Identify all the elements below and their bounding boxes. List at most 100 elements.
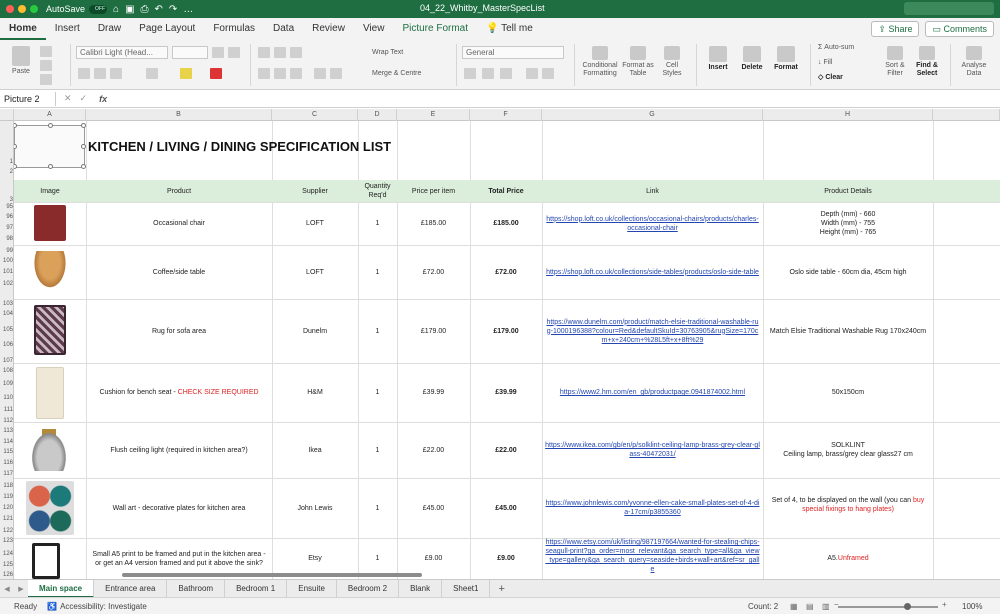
cancel-icon[interactable]: ✕ bbox=[64, 93, 72, 104]
chair-image[interactable] bbox=[34, 205, 66, 241]
print-icon[interactable]: ⎙ bbox=[141, 4, 149, 15]
sheet-tab-main-space[interactable]: Main space bbox=[28, 579, 95, 598]
format-painter-icon[interactable] bbox=[40, 74, 52, 85]
resize-handle[interactable] bbox=[48, 164, 53, 169]
accessibility-status[interactable]: Accessibility: Investigate bbox=[60, 602, 147, 611]
format-cells-button[interactable]: Format bbox=[770, 46, 802, 72]
find-select-button[interactable]: Find & Select bbox=[912, 46, 942, 78]
supplier-cell[interactable]: LOFT bbox=[272, 202, 358, 245]
cushion-image[interactable] bbox=[36, 367, 64, 419]
row-number[interactable]: 100 bbox=[0, 258, 13, 264]
enter-icon[interactable]: ✓ bbox=[80, 93, 88, 104]
header-quantity[interactable]: Quantity Req'd bbox=[358, 180, 397, 202]
decrease-font-icon[interactable] bbox=[228, 47, 240, 58]
row-number[interactable]: 121 bbox=[0, 516, 13, 522]
row-number[interactable]: 126 bbox=[0, 572, 13, 578]
font-name-select[interactable]: Calibri Light (Head... bbox=[76, 46, 168, 59]
increase-font-icon[interactable] bbox=[212, 47, 224, 58]
quantity-cell[interactable]: 1 bbox=[358, 299, 397, 363]
worksheet-grid[interactable]: KITCHEN / LIVING / DINING SPECIFICATION … bbox=[14, 121, 1000, 579]
supplier-cell[interactable]: Dunelm bbox=[272, 299, 358, 363]
price-cell[interactable]: £39.99 bbox=[397, 363, 470, 422]
resize-handle[interactable] bbox=[81, 164, 86, 169]
link-cell[interactable]: https://shop.loft.co.uk/collections/occa… bbox=[542, 202, 763, 245]
sheet-tab-bedroom-1[interactable]: Bedroom 1 bbox=[225, 579, 288, 598]
row-number[interactable]: 111 bbox=[0, 407, 13, 413]
price-cell[interactable]: £72.00 bbox=[397, 245, 470, 299]
sort-filter-button[interactable]: Sort & Filter bbox=[880, 46, 910, 78]
link-cell[interactable]: https://shop.loft.co.uk/collections/side… bbox=[542, 245, 763, 299]
sheet-tab-entrance-area[interactable]: Entrance area bbox=[94, 579, 168, 598]
resize-handle[interactable] bbox=[14, 164, 17, 169]
row-number[interactable]: 2 bbox=[0, 169, 13, 175]
resize-handle[interactable] bbox=[81, 123, 86, 128]
percent-icon[interactable] bbox=[482, 68, 494, 79]
undo-icon[interactable]: ↶ bbox=[155, 4, 163, 15]
header-product[interactable]: Product bbox=[86, 180, 272, 202]
auto-sum-button[interactable]: Σ Auto-sum bbox=[818, 44, 854, 52]
font-color-icon[interactable] bbox=[210, 68, 222, 79]
increase-decimal-icon[interactable] bbox=[526, 68, 538, 79]
details-cell[interactable]: Oslo side table - 60cm dia, 45cm high bbox=[763, 245, 933, 299]
search-box[interactable] bbox=[904, 2, 994, 15]
row-number[interactable]: 98 bbox=[0, 236, 13, 242]
share-button[interactable]: ⇪ Share bbox=[871, 21, 920, 37]
sheet-tab-sheet1[interactable]: Sheet1 bbox=[442, 579, 491, 598]
row-number[interactable]: 108 bbox=[0, 368, 13, 374]
italic-icon[interactable] bbox=[94, 68, 106, 79]
row-number[interactable]: 115 bbox=[0, 449, 13, 455]
side-table-image[interactable] bbox=[32, 251, 68, 291]
details-cell[interactable]: SOLKLINT Ceiling lamp, brass/grey clear … bbox=[763, 422, 933, 478]
number-format-select[interactable]: General bbox=[462, 46, 564, 59]
increase-indent-icon[interactable] bbox=[330, 68, 342, 79]
page-break-view-icon[interactable]: ▥ bbox=[822, 602, 830, 611]
product-cell[interactable]: Coffee/side table bbox=[86, 245, 272, 299]
supplier-cell[interactable]: LOFT bbox=[272, 245, 358, 299]
row-number[interactable]: 118 bbox=[0, 483, 13, 489]
column-header-a[interactable]: A bbox=[14, 109, 86, 121]
tab-review[interactable]: Review bbox=[303, 18, 354, 40]
price-cell[interactable]: £22.00 bbox=[397, 422, 470, 478]
row-number[interactable]: 113 bbox=[0, 428, 13, 434]
details-cell[interactable]: 50x150cm bbox=[763, 363, 933, 422]
merge-centre-button[interactable]: Merge & Centre bbox=[372, 70, 421, 78]
underline-icon[interactable] bbox=[110, 68, 122, 79]
supplier-cell[interactable]: H&M bbox=[272, 363, 358, 422]
price-cell[interactable]: £185.00 bbox=[397, 202, 470, 245]
horizontal-scrollbar[interactable] bbox=[122, 573, 422, 577]
next-sheet-icon[interactable]: ▶ bbox=[14, 585, 28, 593]
bold-icon[interactable] bbox=[78, 68, 90, 79]
row-number[interactable]: 96 bbox=[0, 214, 13, 220]
column-header-g[interactable]: G bbox=[542, 109, 763, 121]
save-icon[interactable]: ▣ bbox=[125, 4, 134, 15]
row-number[interactable]: 97 bbox=[0, 225, 13, 231]
quantity-cell[interactable]: 1 bbox=[358, 478, 397, 538]
header-product-details[interactable]: Product Details bbox=[763, 180, 933, 202]
tab-tell-me[interactable]: 💡 Tell me bbox=[477, 18, 542, 40]
row-number[interactable]: 99 bbox=[0, 248, 13, 254]
quantity-cell[interactable]: 1 bbox=[358, 202, 397, 245]
comma-style-icon[interactable] bbox=[500, 68, 512, 79]
tab-home[interactable]: Home bbox=[0, 18, 46, 40]
link-cell[interactable]: https://www.johnlewis.com/yvonne-ellen-c… bbox=[542, 478, 763, 538]
row-number[interactable]: 101 bbox=[0, 269, 13, 275]
header-supplier[interactable]: Supplier bbox=[272, 180, 358, 202]
paste-button[interactable]: Paste bbox=[6, 46, 36, 76]
fill-button[interactable]: ↓ Fill bbox=[818, 59, 832, 67]
resize-handle[interactable] bbox=[48, 123, 53, 128]
row-number[interactable]: 114 bbox=[0, 439, 13, 445]
supplier-cell[interactable]: John Lewis bbox=[272, 478, 358, 538]
details-cell[interactable]: Set of 4, to be displayed on the wall (y… bbox=[763, 478, 933, 538]
decrease-indent-icon[interactable] bbox=[314, 68, 326, 79]
link-cell[interactable]: https://www2.hm.com/en_gb/productpage.09… bbox=[542, 363, 763, 422]
tab-data[interactable]: Data bbox=[264, 18, 303, 40]
normal-view-icon[interactable]: ▦ bbox=[790, 602, 798, 611]
row-number[interactable]: 95 bbox=[0, 204, 13, 210]
more-icon[interactable]: … bbox=[183, 4, 193, 15]
tab-page-layout[interactable]: Page Layout bbox=[130, 18, 204, 40]
clear-button[interactable]: ◇ Clear bbox=[818, 74, 843, 82]
sheet-tab-bedroom-2[interactable]: Bedroom 2 bbox=[337, 579, 400, 598]
delete-cells-button[interactable]: Delete bbox=[736, 46, 768, 72]
total-cell[interactable]: £72.00 bbox=[470, 245, 542, 299]
borders-icon[interactable] bbox=[146, 68, 158, 79]
